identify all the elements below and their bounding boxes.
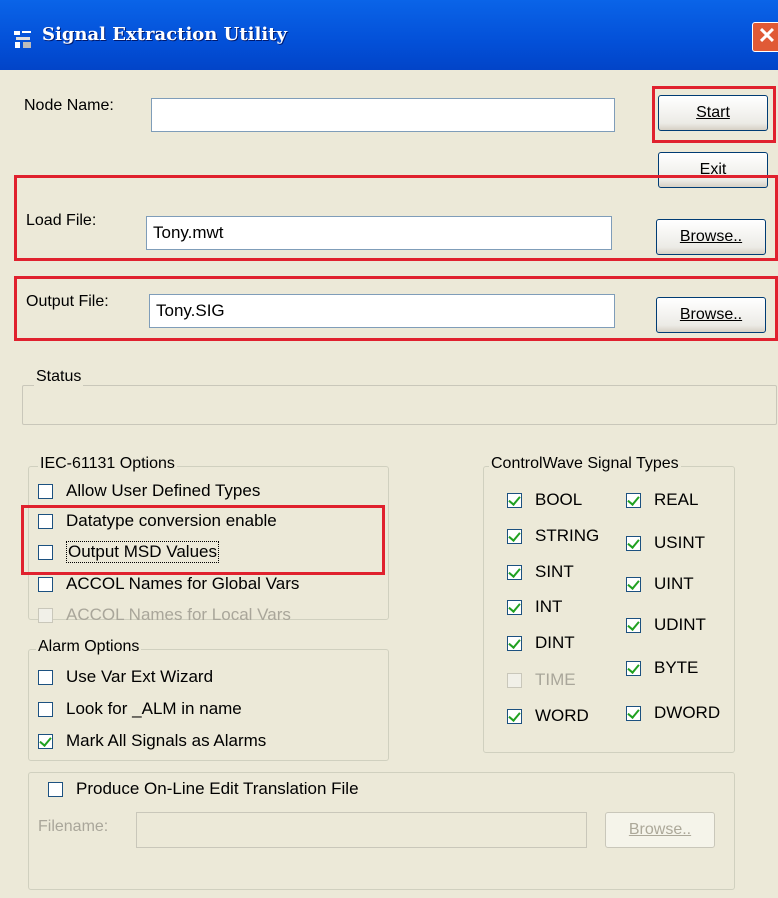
- checkbox-label: STRING: [535, 526, 600, 545]
- checkbox-label: BYTE: [654, 658, 699, 677]
- checkbox-box[interactable]: [626, 576, 641, 592]
- checkbox-label: Allow User Defined Types: [66, 481, 261, 500]
- start-button-label: Start: [696, 104, 730, 121]
- checkbox-box: [38, 607, 53, 623]
- browse-load-label: Browse..: [679, 228, 743, 245]
- allow-user-defined-types-checkbox[interactable]: Allow User Defined Types: [38, 481, 260, 501]
- checkbox-box[interactable]: [38, 733, 53, 749]
- checkbox-box[interactable]: [38, 669, 53, 685]
- status-box: [22, 385, 777, 425]
- type-dword-checkbox[interactable]: DWORD: [626, 703, 734, 723]
- type-time-checkbox: TIME: [507, 670, 576, 690]
- load-file-label: Load File:: [26, 212, 97, 229]
- output-file-input[interactable]: Tony.SIG: [149, 294, 615, 328]
- output-file-label: Output File:: [26, 293, 109, 310]
- window-title: Signal Extraction Utility: [42, 24, 287, 45]
- mark-all-alarms-checkbox[interactable]: Mark All Signals as Alarms: [38, 731, 266, 751]
- load-file-input[interactable]: Tony.mwt: [146, 216, 612, 250]
- accol-global-vars-checkbox[interactable]: ACCOL Names for Global Vars: [38, 574, 299, 594]
- checkbox-label: UDINT: [654, 615, 706, 634]
- checkbox-box[interactable]: [507, 528, 522, 544]
- type-bool-checkbox[interactable]: BOOL: [507, 490, 582, 510]
- checkbox-label: WORD: [535, 706, 589, 725]
- accol-local-vars-checkbox: ACCOL Names for Local Vars: [38, 605, 291, 625]
- app-icon: [14, 31, 31, 48]
- type-real-checkbox[interactable]: REAL: [626, 490, 698, 510]
- browse-online-button: Browse..: [605, 812, 715, 848]
- node-name-label: Node Name:: [24, 97, 114, 114]
- checkbox-box[interactable]: [48, 781, 63, 797]
- alarm-options-title: Alarm Options: [36, 638, 142, 656]
- type-int-checkbox[interactable]: INT: [507, 597, 562, 617]
- checkbox-box: [507, 672, 522, 688]
- checkbox-box[interactable]: [507, 599, 522, 615]
- checkbox-label: DINT: [535, 633, 575, 652]
- filename-label: Filename:: [38, 818, 109, 835]
- node-name-input[interactable]: [151, 98, 615, 132]
- type-udint-checkbox[interactable]: UDINT: [626, 615, 706, 635]
- type-byte-checkbox[interactable]: BYTE: [626, 658, 698, 678]
- browse-load-button[interactable]: Browse..: [656, 219, 766, 255]
- type-usint-checkbox[interactable]: USINT: [626, 533, 705, 553]
- type-dint-checkbox[interactable]: DINT: [507, 633, 575, 653]
- checkbox-label: Produce On-Line Edit Translation File: [76, 779, 359, 798]
- close-icon[interactable]: ✕: [752, 22, 778, 52]
- checkbox-box[interactable]: [507, 564, 522, 580]
- checkbox-label: TIME: [535, 670, 576, 689]
- title-bar: Signal Extraction Utility ✕: [0, 0, 778, 70]
- checkbox-label: ACCOL Names for Global Vars: [66, 574, 300, 593]
- type-string-checkbox[interactable]: STRING: [507, 526, 599, 546]
- checkbox-box[interactable]: [38, 701, 53, 717]
- use-var-ext-wizard-checkbox[interactable]: Use Var Ext Wizard: [38, 667, 213, 687]
- browse-output-button[interactable]: Browse..: [656, 297, 766, 333]
- checkbox-box[interactable]: [507, 635, 522, 651]
- checkbox-box[interactable]: [626, 535, 641, 551]
- checkbox-box[interactable]: [626, 660, 641, 676]
- checkbox-box[interactable]: [38, 483, 53, 499]
- checkbox-label: Mark All Signals as Alarms: [66, 731, 267, 750]
- checkbox-label: ACCOL Names for Local Vars: [66, 605, 291, 624]
- type-sint-checkbox[interactable]: SINT: [507, 562, 574, 582]
- look-for-alm-checkbox[interactable]: Look for _ALM in name: [38, 699, 242, 719]
- controlwave-types-title: ControlWave Signal Types: [489, 455, 681, 473]
- iec-options-title: IEC-61131 Options: [38, 455, 177, 473]
- type-uint-checkbox[interactable]: UINT: [626, 574, 694, 594]
- checkbox-label: INT: [535, 597, 563, 616]
- checkbox-box[interactable]: [626, 705, 641, 721]
- checkbox-label: BOOL: [535, 490, 583, 509]
- browse-online-label: Browse..: [628, 821, 692, 838]
- checkbox-label: Look for _ALM in name: [66, 699, 242, 718]
- start-button[interactable]: Start: [658, 95, 768, 131]
- checkbox-box[interactable]: [507, 708, 522, 724]
- checkbox-box[interactable]: [507, 492, 522, 508]
- checkbox-label: Use Var Ext Wizard: [66, 667, 214, 686]
- checkbox-label: UINT: [654, 574, 694, 593]
- checkbox-box[interactable]: [626, 617, 641, 633]
- browse-output-label: Browse..: [679, 306, 743, 323]
- checkbox-label: REAL: [654, 490, 699, 509]
- checkbox-box[interactable]: [38, 576, 53, 592]
- filename-input: [136, 812, 587, 848]
- checkbox-label: SINT: [535, 562, 574, 581]
- produce-online-edit-checkbox[interactable]: Produce On-Line Edit Translation File: [48, 779, 363, 799]
- status-label: Status: [34, 368, 84, 386]
- checkbox-label: DWORD: [654, 703, 721, 722]
- checkbox-label: USINT: [654, 533, 705, 552]
- checkbox-box[interactable]: [626, 492, 641, 508]
- type-word-checkbox[interactable]: WORD: [507, 706, 589, 726]
- iec-highlight: [21, 505, 385, 575]
